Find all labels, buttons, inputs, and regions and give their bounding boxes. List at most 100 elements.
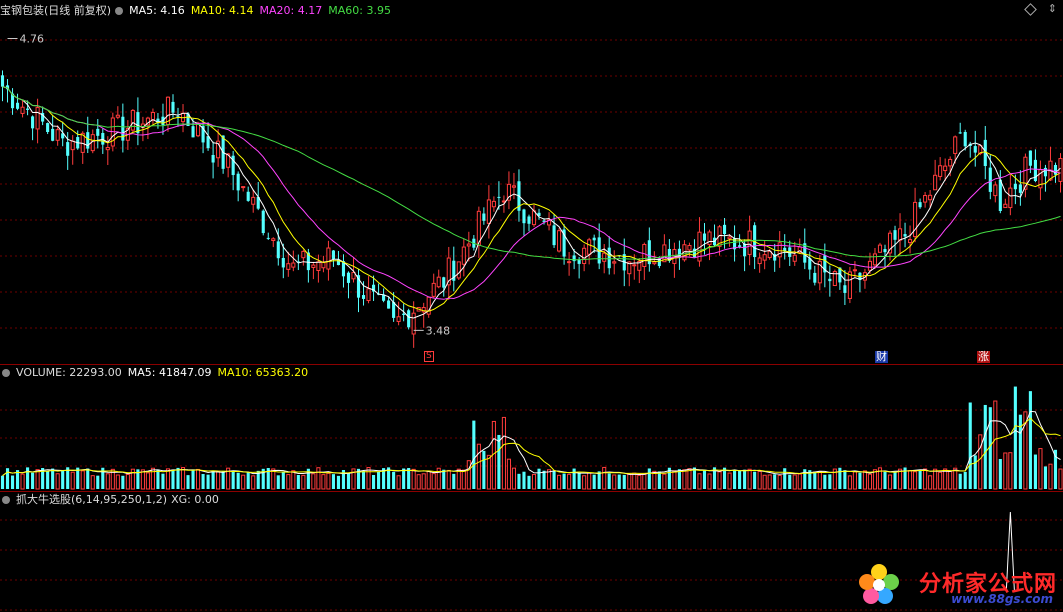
volume-bar xyxy=(777,474,782,490)
volume-bar xyxy=(221,471,225,489)
candle-body xyxy=(20,106,25,114)
candle-body xyxy=(1043,167,1048,177)
volume-bar xyxy=(331,474,335,489)
candle-body xyxy=(466,243,471,247)
candle-body xyxy=(1053,164,1058,175)
candle-body xyxy=(552,225,556,246)
volume-bar xyxy=(968,402,972,489)
volume-bar xyxy=(546,469,552,490)
candle-body xyxy=(567,261,572,264)
rise-marker[interactable]: 涨 xyxy=(977,351,990,363)
scroll-arrows-icon[interactable]: ⇕ xyxy=(1048,2,1057,16)
volume-bar xyxy=(858,472,862,489)
volume-bar xyxy=(662,473,667,490)
finance-marker[interactable]: 财 xyxy=(875,351,888,363)
candle-body xyxy=(291,262,296,268)
candle-body xyxy=(943,165,948,172)
candle-body xyxy=(813,272,817,283)
volume-bar xyxy=(241,474,246,490)
volume-bar xyxy=(80,470,85,490)
candle-body xyxy=(396,316,401,322)
candle-body xyxy=(55,129,60,141)
volume-bar xyxy=(31,472,35,489)
ma10-label: MA10: 4.14 xyxy=(190,4,254,17)
volume-bar xyxy=(783,468,787,489)
candle-body xyxy=(642,243,647,267)
volume-bar xyxy=(887,474,893,490)
volume-bar xyxy=(296,474,300,489)
candle-body xyxy=(607,247,611,269)
volume-bar xyxy=(442,469,446,489)
volume-bar xyxy=(161,473,165,489)
volume-bar xyxy=(702,470,707,489)
candle-body xyxy=(66,142,70,156)
volume-bar xyxy=(913,471,918,490)
candle-body xyxy=(993,184,998,197)
volume-bar xyxy=(918,469,922,489)
volume-bar xyxy=(522,471,526,489)
stock-name[interactable]: 宝钢包装(日线 前复权) xyxy=(0,4,111,17)
candle-body xyxy=(867,260,873,271)
ma20-label: MA20: 4.17 xyxy=(259,4,323,17)
candle-body xyxy=(897,228,903,241)
volume-bar xyxy=(371,475,376,489)
volume-bar xyxy=(733,469,737,489)
candle-body xyxy=(301,250,306,259)
volume-bar xyxy=(1038,448,1043,490)
candle-body xyxy=(115,114,120,118)
candle-body xyxy=(557,230,562,252)
settings-dot-icon[interactable] xyxy=(2,369,10,377)
settings-dot-icon[interactable] xyxy=(115,7,124,15)
volume-bar xyxy=(402,468,406,489)
volume-bar xyxy=(953,467,958,490)
volume-bar xyxy=(236,472,240,489)
volume-bar xyxy=(191,469,195,489)
volume-bar xyxy=(622,474,626,489)
volume-bar xyxy=(788,474,792,489)
volume-bar xyxy=(145,472,150,490)
candle-body xyxy=(366,288,371,302)
volume-bar xyxy=(647,468,651,489)
candle-body xyxy=(281,257,285,268)
volume-bar xyxy=(476,443,481,490)
volume-bar xyxy=(377,471,381,489)
candle-body xyxy=(456,261,461,279)
candle-body xyxy=(402,313,406,315)
candle-body xyxy=(877,244,883,253)
volume-bar xyxy=(482,450,486,489)
volume-bar xyxy=(933,468,938,490)
indicator-name: 抓大牛选股(6,14,95,250,1,2) xyxy=(16,493,168,506)
candle-body xyxy=(762,254,767,261)
volume-bar xyxy=(767,474,772,490)
volume-bar xyxy=(506,458,511,490)
candle-body xyxy=(326,247,331,270)
candle-body xyxy=(883,249,887,253)
volume-bar xyxy=(392,471,396,489)
volume-bar xyxy=(431,473,436,490)
volume-bar xyxy=(486,454,491,490)
volume-bar xyxy=(196,468,201,490)
volume-bar xyxy=(121,475,125,489)
volume-bar xyxy=(165,468,171,490)
volume-bar xyxy=(180,467,186,490)
volume-bar xyxy=(893,471,897,489)
volume-bar xyxy=(125,473,130,490)
candle-body xyxy=(407,310,411,328)
candle-body xyxy=(331,250,335,259)
s-signal-marker[interactable]: S xyxy=(424,351,434,362)
volume-bar xyxy=(90,475,95,490)
candle-body xyxy=(236,173,240,191)
settings-dot-icon[interactable] xyxy=(2,496,10,504)
volume-bar xyxy=(411,468,416,490)
volume-bar xyxy=(86,468,90,489)
volume-bar xyxy=(692,467,697,489)
volume-bar xyxy=(216,470,221,490)
volume-label: VOLUME: 22293.00 xyxy=(16,366,122,379)
volume-bar xyxy=(883,471,887,489)
chart-canvas[interactable]: 4.76 3.48 xyxy=(0,0,1063,612)
volume-bar xyxy=(96,475,100,489)
volume-bar xyxy=(211,470,215,489)
site-logo: 分析家公式网 www.88gs.com xyxy=(857,558,1057,608)
candle-body xyxy=(602,252,607,262)
volume-bar xyxy=(527,475,531,489)
